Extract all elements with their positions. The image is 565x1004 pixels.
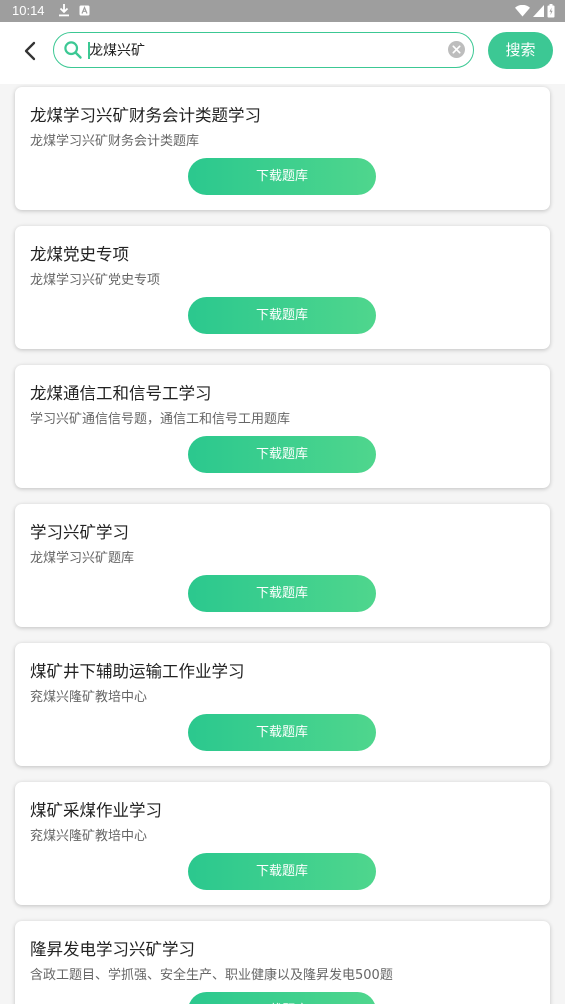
result-subtitle: 兖煤兴隆矿教培中心	[30, 829, 148, 844]
download-bank-button[interactable]: 下载题库	[188, 853, 376, 890]
result-subtitle: 兖煤兴隆矿教培中心	[30, 690, 148, 705]
signal-icon	[533, 5, 544, 17]
search-header: 搜索	[0, 22, 565, 84]
result-subtitle: 龙煤学习兴矿题库	[30, 551, 135, 566]
result-title: 煤矿井下辅助运输工作业学习	[30, 662, 245, 681]
chevron-left-icon[interactable]	[18, 38, 44, 64]
battery-icon	[547, 4, 555, 18]
search-input[interactable]	[87, 39, 444, 61]
status-right-icons	[515, 3, 555, 19]
result-card[interactable]: 龙煤通信工和信号工学习 学习兴矿通信信号题，通信工和信号工用题库 下载题库	[15, 365, 550, 488]
result-title: 龙煤通信工和信号工学习	[30, 384, 212, 403]
download-bank-button[interactable]: 下载题库	[188, 436, 376, 473]
result-list: 龙煤学习兴矿财务会计类题学习 龙煤学习兴矿财务会计类题库 下载题库 龙煤党史专项…	[0, 84, 565, 1004]
result-title: 隆昇发电学习兴矿学习	[30, 940, 195, 959]
notification-a-icon	[79, 5, 90, 16]
result-card[interactable]: 煤矿采煤作业学习 兖煤兴隆矿教培中心 下载题库	[15, 782, 550, 905]
result-card[interactable]: 龙煤党史专项 龙煤学习兴矿党史专项 下载题库	[15, 226, 550, 349]
result-subtitle: 学习兴矿通信信号题，通信工和信号工用题库	[30, 412, 291, 427]
result-subtitle: 龙煤学习兴矿党史专项	[30, 273, 161, 288]
result-title: 龙煤党史专项	[30, 245, 129, 264]
download-bank-button[interactable]: 下载题库	[188, 575, 376, 612]
download-bank-button[interactable]: 下载题库	[188, 714, 376, 751]
download-bank-button[interactable]: 下载题库	[188, 992, 376, 1004]
wifi-icon	[515, 5, 530, 17]
search-button[interactable]: 搜索	[488, 32, 553, 69]
result-title: 煤矿采煤作业学习	[30, 801, 162, 820]
text-cursor	[88, 42, 90, 59]
result-subtitle: 含政工题目、学抓强、安全生产、职业健康以及隆昇发电500题	[30, 968, 393, 983]
result-card[interactable]: 学习兴矿学习 龙煤学习兴矿题库 下载题库	[15, 504, 550, 627]
search-box[interactable]	[53, 32, 474, 68]
result-title: 学习兴矿学习	[30, 523, 129, 542]
result-title: 龙煤学习兴矿财务会计类题学习	[30, 106, 261, 125]
status-time: 10:14	[12, 3, 45, 18]
clear-icon[interactable]	[447, 40, 466, 59]
download-bank-button[interactable]: 下载题库	[188, 297, 376, 334]
result-subtitle: 龙煤学习兴矿财务会计类题库	[30, 134, 200, 149]
download-bank-button[interactable]: 下载题库	[188, 158, 376, 195]
search-icon	[64, 41, 82, 59]
result-card[interactable]: 隆昇发电学习兴矿学习 含政工题目、学抓强、安全生产、职业健康以及隆昇发电500题…	[15, 921, 550, 1004]
result-card[interactable]: 龙煤学习兴矿财务会计类题学习 龙煤学习兴矿财务会计类题库 下载题库	[15, 87, 550, 210]
status-bar: 10:14	[0, 0, 565, 22]
result-card[interactable]: 煤矿井下辅助运输工作业学习 兖煤兴隆矿教培中心 下载题库	[15, 643, 550, 766]
download-icon	[59, 4, 69, 17]
